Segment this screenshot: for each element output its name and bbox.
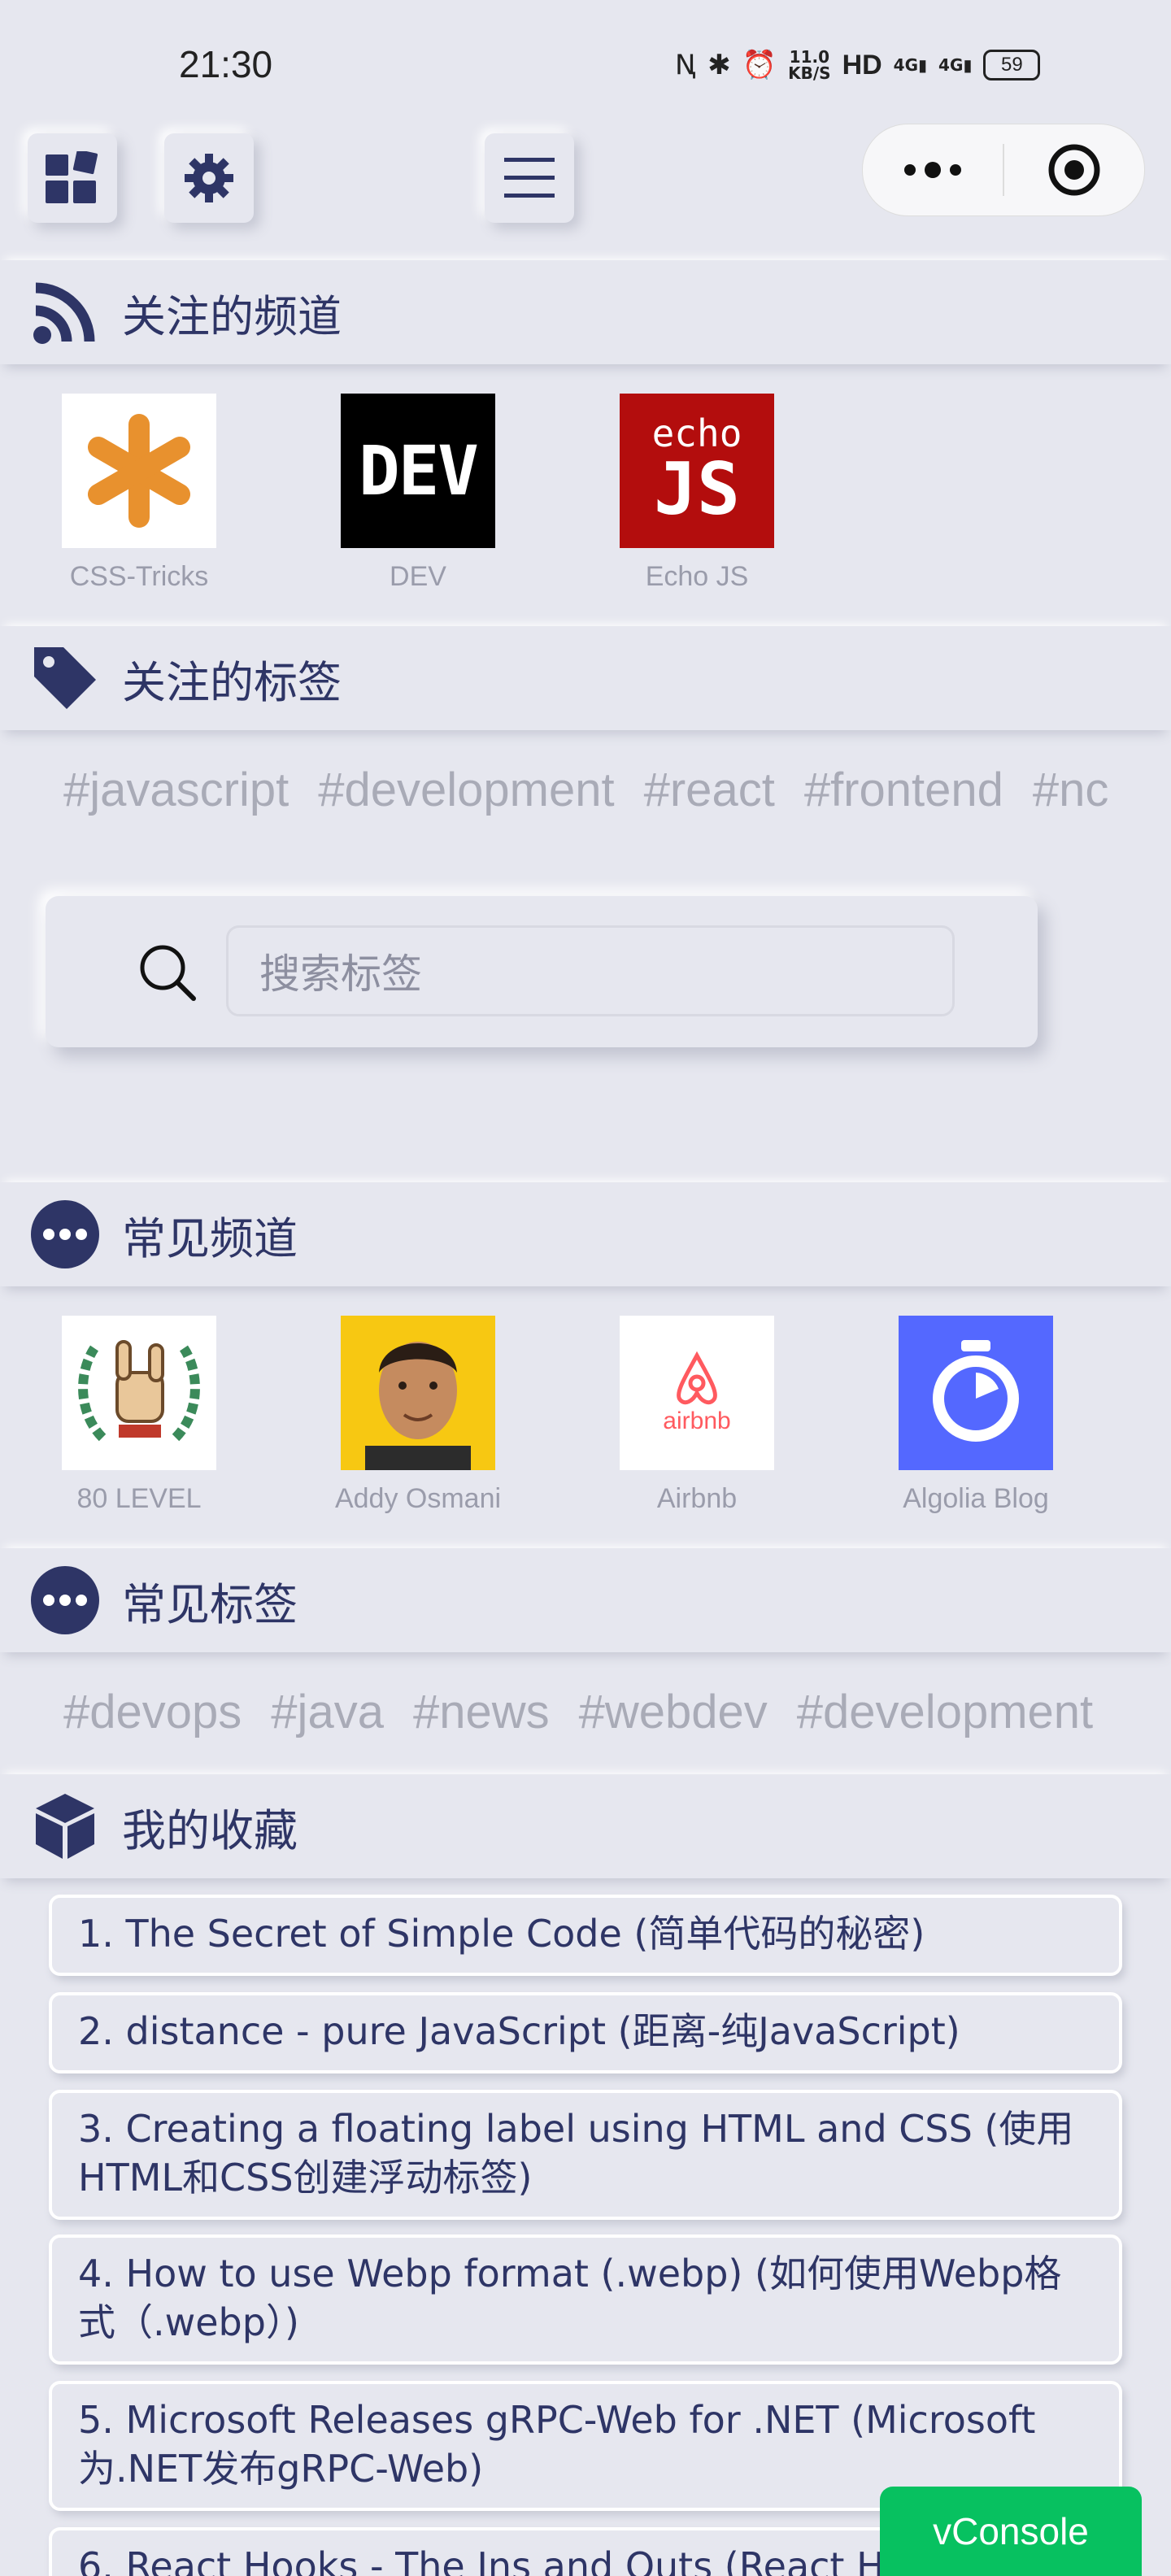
- channel-echojs[interactable]: echo JS Echo JS: [620, 394, 774, 593]
- section-followed-tags: 关注的标签: [0, 626, 1171, 730]
- tag-chip[interactable]: #devops: [63, 1685, 242, 1739]
- more-dots-icon: [904, 162, 961, 178]
- hd-indicator: HD: [842, 49, 882, 80]
- tag-chip[interactable]: #react: [644, 763, 775, 817]
- status-icons: Ꞑ ✱ ⏰ 11.0 KB/S HD 4G▮ 4G▮ 59: [675, 41, 1041, 89]
- section-title: 常见频道: [122, 1212, 298, 1264]
- tag-chip[interactable]: #java: [271, 1685, 384, 1739]
- more-button[interactable]: [863, 124, 1003, 215]
- rss-icon: [33, 282, 95, 344]
- css-tricks-logo: [62, 394, 216, 548]
- target-icon: [1048, 144, 1100, 196]
- more-circle-icon: [31, 1566, 99, 1634]
- status-time: 21:30: [179, 43, 273, 85]
- gear-icon: [185, 154, 233, 202]
- alarm-icon: ⏰: [742, 49, 777, 81]
- section-title: 关注的频道: [122, 290, 342, 342]
- miniprogram-capsule: [862, 124, 1145, 216]
- tag-chip[interactable]: #frontend: [804, 763, 1003, 817]
- dev-logo: DEV: [341, 394, 495, 548]
- channel-name: 80 LEVEL: [76, 1483, 202, 1514]
- tag-row-fade: [1138, 748, 1171, 829]
- favorite-item[interactable]: 2. distance - pure JavaScript (距离-纯JavaS…: [49, 1992, 1122, 2073]
- tag-search-card: 搜索标签: [46, 896, 1038, 1047]
- tag-chip[interactable]: #javascript: [63, 763, 289, 817]
- search-icon: [140, 945, 196, 1001]
- avatar-addy: [341, 1316, 495, 1470]
- 80level-logo: [62, 1316, 216, 1470]
- close-button[interactable]: [1004, 124, 1144, 215]
- channel-css-tricks[interactable]: CSS-Tricks: [62, 394, 216, 593]
- channel-algolia[interactable]: Algolia Blog: [899, 1316, 1053, 1515]
- tag-icon: [34, 647, 96, 709]
- favorite-item[interactable]: 1. The Secret of Simple Code (简单代码的秘密): [49, 1895, 1122, 1976]
- echojs-logo: echo JS: [620, 394, 774, 548]
- section-common-channels: 常见频道: [0, 1182, 1171, 1286]
- section-title: 我的收藏: [122, 1804, 298, 1856]
- common-tags-list: #devops #java #news #webdev #development: [63, 1685, 1093, 1739]
- grid-icon: [46, 151, 98, 203]
- tag-chip[interactable]: #development: [797, 1685, 1093, 1739]
- tag-chip[interactable]: #nc: [1033, 763, 1109, 817]
- nfc-icon: Ꞑ: [675, 49, 697, 81]
- channel-name: CSS-Tricks: [69, 561, 209, 592]
- cube-icon: [36, 1794, 94, 1859]
- vconsole-button[interactable]: vConsole: [880, 2487, 1142, 2576]
- settings-button[interactable]: [164, 133, 254, 223]
- favorite-item[interactable]: 4. How to use Webp format (.webp) (如何使用W…: [49, 2234, 1122, 2365]
- tag-chip[interactable]: #development: [318, 763, 614, 817]
- channel-dev[interactable]: DEV DEV: [341, 394, 495, 593]
- channel-addy-osmani[interactable]: Addy Osmani: [335, 1316, 501, 1515]
- channel-80level[interactable]: 80 LEVEL: [62, 1316, 216, 1515]
- tag-chip[interactable]: #webdev: [579, 1685, 768, 1739]
- signal-1: 4G▮: [893, 55, 928, 75]
- channel-name: Airbnb: [656, 1483, 738, 1514]
- hamburger-icon: [504, 158, 555, 198]
- bluetooth-icon: ✱: [707, 49, 731, 81]
- signal-2: 4G▮: [938, 55, 973, 75]
- menu-button[interactable]: [485, 133, 574, 223]
- channel-name: DEV: [390, 561, 446, 592]
- section-followed-channels: 关注的频道: [0, 260, 1171, 364]
- apps-button[interactable]: [28, 133, 117, 223]
- followed-tags-list: #javascript #development #react #fronten…: [63, 763, 1108, 817]
- channel-name: Echo JS: [645, 561, 749, 592]
- tag-search-input[interactable]: 搜索标签: [226, 925, 955, 1016]
- airbnb-logo: airbnb: [620, 1316, 774, 1470]
- section-common-tags: 常见标签: [0, 1548, 1171, 1652]
- section-title: 关注的标签: [122, 656, 342, 708]
- section-title: 常见标签: [122, 1578, 298, 1630]
- net-speed: 11.0 KB/S: [788, 47, 831, 83]
- more-circle-icon: [31, 1200, 99, 1268]
- channel-name: Addy Osmani: [334, 1483, 502, 1514]
- channel-name: Algolia Blog: [903, 1483, 1049, 1514]
- battery-indicator: 59: [983, 50, 1041, 80]
- stopwatch-logo: [899, 1316, 1053, 1470]
- tag-chip[interactable]: #news: [413, 1685, 550, 1739]
- favorite-item[interactable]: 3. Creating a floating label using HTML …: [49, 2090, 1122, 2220]
- section-favorites: 我的收藏: [0, 1774, 1171, 1878]
- channel-airbnb[interactable]: airbnb Airbnb: [620, 1316, 774, 1515]
